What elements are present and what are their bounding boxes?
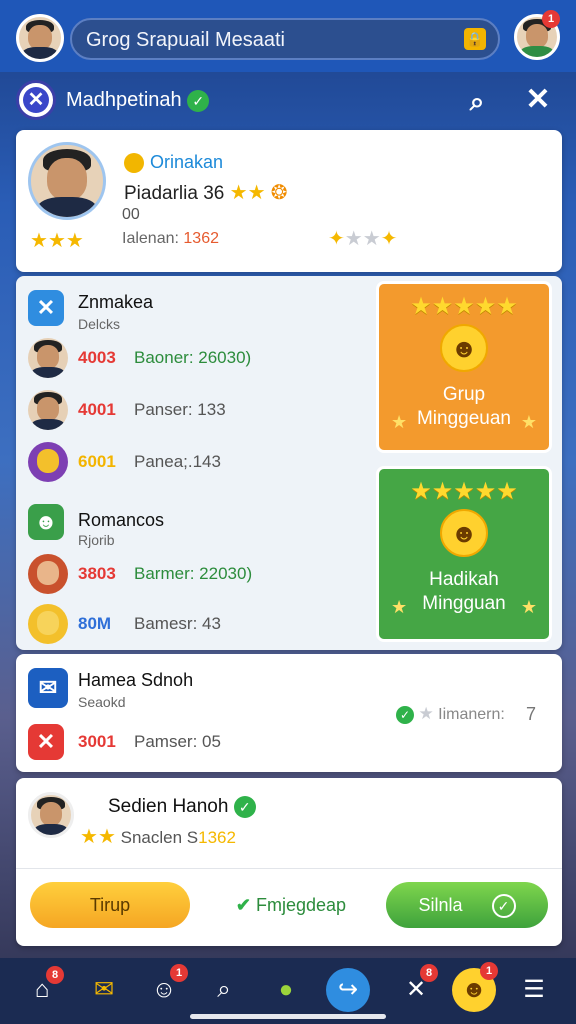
group-subtitle: Delcks (78, 316, 121, 332)
user-avatar[interactable] (16, 14, 64, 62)
smiley-icon: ☻ (440, 324, 488, 372)
nav-badge: 1 (170, 964, 188, 982)
avatar (28, 338, 68, 378)
globe-icon[interactable]: ● (264, 968, 308, 1012)
row-name: Panser: 133 (134, 400, 226, 419)
close-circle-button[interactable]: ✕ (16, 80, 56, 120)
profile-sub: 00 (122, 206, 140, 223)
medal-icon: ❂ (270, 182, 288, 204)
tirup-button[interactable]: Tirup (30, 882, 190, 928)
row-score: 3001 (78, 732, 116, 751)
row-score: 6001 (78, 452, 116, 471)
avatar (28, 792, 74, 838)
members-subtitle: Seaokd (78, 694, 126, 710)
members-side-value: 7 (526, 704, 537, 724)
menu-icon[interactable]: ☰ (512, 968, 556, 1012)
row-score: 80M (78, 614, 112, 633)
row-name: Bamesr: 43 (134, 614, 221, 633)
profile-card[interactable]: Orinakan Piadarlia 36 ★★ ❂ 00 ★★★ Ialena… (16, 130, 562, 272)
fmjegdeap-button[interactable]: ✔ Fmjegdeap (216, 882, 366, 928)
members-title: Hamea Sdnoh (78, 670, 194, 690)
members-card: ✉ Hamea Sdnoh Seaokd ✕ 3001 Pamser: 05 ✓… (16, 654, 562, 772)
row-name: Pamser: 05 (134, 732, 221, 751)
row-score: 4001 (78, 400, 116, 419)
search-icon[interactable]: ⌕ (202, 968, 246, 1012)
divider (16, 868, 562, 869)
share-icon[interactable]: ↪ (326, 968, 370, 1012)
stars-icon: ★★★★★ (410, 293, 518, 320)
tile-line1: Grup (442, 384, 486, 405)
row-name: Baoner: 26030) (134, 348, 252, 367)
nav-badge: 1 (480, 962, 498, 980)
star-icon: ★ (247, 182, 266, 204)
star-icon: ★ (229, 182, 248, 204)
group-title: Romancos (78, 510, 165, 530)
nav-badge: 8 (420, 964, 438, 982)
close-icon: ✕ (23, 87, 49, 113)
weekly-group-tile[interactable]: ★★★★★ ☻ Grup Minggeuan ★ ★ (376, 281, 552, 453)
profile-role: Orinakan (124, 152, 223, 174)
mail-icon[interactable]: ✉ (82, 968, 126, 1012)
close-icon[interactable]: ✕ (28, 724, 64, 760)
group-summary-title: Sedien Hanoh ✓ (108, 796, 256, 818)
coin-icon (124, 153, 144, 174)
close-icon[interactable]: ✕ (522, 84, 554, 116)
row-name: Barmer: 22030) (134, 564, 253, 583)
row-score: 3803 (78, 564, 116, 583)
profile-rank: Ialenan: 1362 (122, 230, 219, 247)
row-score: 4003 (78, 348, 116, 367)
profile-level-stars: ★★★ (30, 230, 84, 252)
page-title: Madhpetinah ✓ (66, 89, 210, 112)
search-icon[interactable]: ⌕ (462, 86, 492, 116)
members-side-info: ✓ ★ Iimanern: (396, 704, 505, 724)
avatar (28, 390, 68, 430)
verified-icon: ✓ (187, 89, 210, 112)
profile-name: Piadarlia 36 ★★ ❂ (124, 182, 288, 204)
tile-line1: Hadikah (429, 569, 499, 590)
group-title: Znmakea (78, 292, 154, 312)
verified-icon: ✓ (233, 796, 256, 818)
row-name: Panea;.143 (134, 452, 221, 471)
page-title-text: Madhpetinah (66, 89, 182, 111)
search-text: Grog Srapuail Mesaati (86, 29, 285, 51)
group-summary-card: Sedien Hanoh ✓ ★★ Snaclen S1362 Tirup ✔ … (16, 778, 562, 946)
profile-avatar (28, 142, 106, 220)
weekly-gift-tile[interactable]: ★★★★★ ☻ Hadikah Mingguan ★ ★ (376, 466, 552, 642)
group-subtitle: Rjorib (78, 532, 115, 548)
avatar (28, 554, 68, 594)
silnla-button[interactable]: Silnla ✓ (386, 882, 548, 928)
avatar (28, 442, 68, 482)
notification-badge: 1 (542, 10, 560, 28)
lock-icon[interactable]: 🔒 (464, 28, 486, 50)
avatar (28, 604, 68, 644)
check-icon: ✓ (491, 894, 516, 919)
stars-icon: ★★★★★ (410, 478, 518, 505)
profile-rating-stars: ✦★★✦ (328, 228, 398, 250)
nav-badge: 8 (46, 966, 64, 984)
smiley-icon: ☻ (440, 509, 488, 557)
home-indicator (190, 1014, 386, 1019)
chat-icon[interactable]: ✉ (28, 668, 68, 708)
search-bar[interactable]: Grog Srapuail Mesaati 🔒 (70, 18, 500, 60)
group-summary-sub: ★★ Snaclen S1362 (80, 826, 236, 848)
group-icon[interactable]: ☻ (28, 504, 64, 540)
close-icon[interactable]: ✕ (28, 290, 64, 326)
